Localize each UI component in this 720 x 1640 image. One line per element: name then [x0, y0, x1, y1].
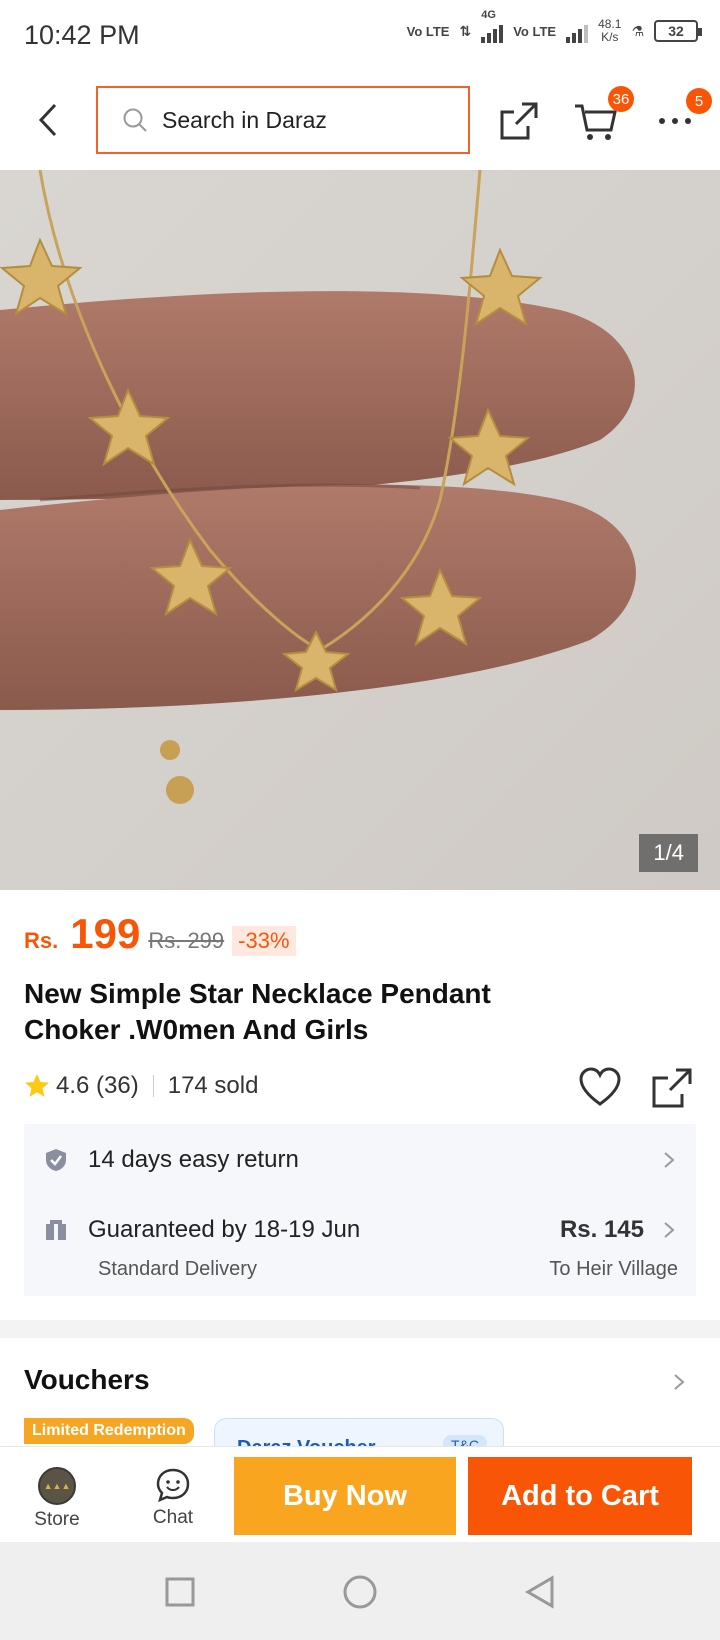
search-icon: [123, 108, 147, 132]
data-arrows-icon: ⇅: [459, 22, 472, 39]
share-icon: [500, 102, 538, 140]
search-input[interactable]: Search in Daraz: [96, 86, 470, 154]
rating-row[interactable]: 4.6 (36) 174 sold: [24, 1072, 258, 1100]
more-menu-button[interactable]: 5: [652, 88, 712, 144]
signal-icon-2: [566, 19, 589, 43]
status-time: 10:42 PM: [24, 20, 140, 50]
chat-icon: [156, 1468, 190, 1503]
more-count-badge: 5: [686, 88, 712, 114]
discount-badge: -33%: [232, 926, 296, 956]
network-label-2: 4G: [481, 9, 496, 21]
search-placeholder: Search in Daraz: [162, 106, 327, 133]
return-policy-row[interactable]: 14 days easy return: [44, 1146, 676, 1174]
signal-icon-1: 4G: [481, 9, 504, 43]
chevron-right-icon[interactable]: [672, 1372, 686, 1392]
chevron-right-icon: [664, 1152, 675, 1168]
store-button[interactable]: ▲▲▲ Store: [22, 1467, 92, 1537]
speed-unit: K/s: [601, 30, 619, 44]
sold-count: 174 sold: [167, 1072, 259, 1099]
store-avatar: ▲▲▲: [38, 1467, 76, 1505]
share-button[interactable]: [496, 98, 542, 144]
price-row: Rs. 199 Rs. 299 -33%: [24, 910, 296, 958]
triangle-back-icon: [525, 1575, 554, 1609]
more-icon: [659, 118, 691, 124]
circle-icon: [343, 1575, 377, 1609]
system-nav-bar: [0, 1542, 720, 1640]
original-price: Rs. 299: [148, 928, 225, 953]
volte-indicator-1: Vo LTE: [407, 25, 450, 38]
back-nav-button[interactable]: [520, 1572, 560, 1612]
volte-indicator-2: Vo LTE: [513, 25, 556, 38]
shield-check-icon: [46, 1149, 66, 1171]
chat-label: Chat: [152, 1507, 194, 1528]
bottom-action-bar: ▲▲▲ Store Chat Buy Now Add to Cart: [0, 1446, 720, 1542]
return-policy-text: 14 days easy return: [88, 1146, 299, 1173]
battery-level: 32: [668, 23, 684, 39]
heart-icon: [579, 1067, 621, 1106]
star-icon: [25, 1074, 49, 1097]
battery-icon: 32: [654, 20, 702, 42]
cart-button[interactable]: 36: [572, 86, 634, 144]
network-label-1: Vo LTE: [406, 23, 450, 39]
currency-label: Rs.: [24, 928, 59, 953]
rating-value: 4.6 (36): [56, 1072, 139, 1099]
delivery-guarantee-text: Guaranteed by 18-19 Jun: [88, 1216, 361, 1243]
chat-button[interactable]: Chat: [138, 1467, 208, 1537]
product-image[interactable]: 1/4: [0, 170, 720, 890]
top-header: Search in Daraz 36 5: [0, 72, 720, 170]
delivery-destination: To Heir Village: [549, 1258, 678, 1280]
add-to-cart-button[interactable]: Add to Cart: [468, 1457, 692, 1535]
home-button[interactable]: [340, 1572, 380, 1612]
delivery-type: Standard Delivery: [98, 1258, 257, 1280]
product-title: New Simple Star Necklace Pendant Choker …: [24, 978, 491, 1045]
delivery-row[interactable]: Guaranteed by 18-19 Jun Rs. 145: [44, 1216, 676, 1244]
wishlist-button[interactable]: [578, 1066, 622, 1110]
image-counter: 1/4: [639, 834, 698, 872]
network-speed: 48.1 K/s: [598, 18, 621, 44]
chevron-right-icon: [664, 1222, 675, 1238]
shipping-price: Rs. 145: [559, 1216, 644, 1243]
section-divider: [0, 1320, 720, 1338]
store-label: Store: [34, 1509, 80, 1530]
back-arrow-icon: [38, 103, 57, 137]
limited-redemption-tag: Limited Redemption: [24, 1418, 194, 1444]
current-price: 199: [70, 910, 141, 957]
buy-now-button[interactable]: Buy Now: [234, 1457, 456, 1535]
product-share-button[interactable]: [650, 1066, 694, 1110]
cart-count-badge: 36: [608, 86, 634, 112]
product-photo: [0, 170, 720, 890]
alarm-icon: ⚗: [631, 22, 644, 39]
rating-divider: [152, 1075, 154, 1097]
back-button[interactable]: [28, 98, 68, 142]
vouchers-heading[interactable]: Vouchers: [24, 1364, 150, 1396]
delivery-info-box: 14 days easy return Guaranteed by 18-19 …: [24, 1124, 696, 1296]
square-icon: [165, 1577, 195, 1607]
package-icon: [46, 1220, 66, 1240]
status-icons: Vo LTE ⇅ 4G Vo LTE 48.1 K/s ⚗ 32: [407, 9, 702, 44]
share-icon: [652, 1068, 692, 1108]
recents-button[interactable]: [160, 1572, 200, 1612]
status-bar: 10:42 PM Vo LTE ⇅ 4G Vo LTE 48.1 K/s ⚗ 32: [0, 0, 720, 72]
network-label-3: Vo LTE: [513, 23, 557, 39]
